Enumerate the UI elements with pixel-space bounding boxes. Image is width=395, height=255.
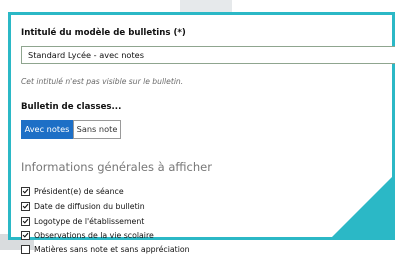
checkbox-president[interactable] xyxy=(21,186,30,196)
title-hint: Cet intitulé n'est pas visible sur le bu… xyxy=(21,77,184,86)
checkbox-label: Logotype de l'établissement xyxy=(34,216,145,226)
checkbox-row-president[interactable]: Président(e) de séance xyxy=(21,185,124,197)
background-tab xyxy=(180,0,232,12)
general-info-title: Informations générales à afficher xyxy=(21,160,212,174)
checkbox-label: Président(e) de séance xyxy=(34,186,124,196)
checkbox-date-diffusion[interactable] xyxy=(21,201,30,211)
check-icon xyxy=(22,232,29,238)
toggle-sans-note[interactable]: Sans note xyxy=(73,120,121,139)
checkbox-row-matieres[interactable]: Matières sans note et sans appréciation xyxy=(21,243,190,255)
bulletin-classes-label: Bulletin de classes... xyxy=(21,102,122,112)
check-icon xyxy=(22,188,29,194)
title-label: Intitulé du modèle de bulletins (*) xyxy=(21,28,186,38)
checkbox-logotype[interactable] xyxy=(21,216,30,226)
check-icon xyxy=(22,218,29,224)
bulletin-model-panel: Intitulé du modèle de bulletins (*) Stan… xyxy=(8,12,395,254)
title-input[interactable]: Standard Lycée - avec notes xyxy=(21,46,395,64)
checkbox-row-observations[interactable]: Observations de la vie scolaire xyxy=(21,229,154,241)
checkbox-row-logotype[interactable]: Logotype de l'établissement xyxy=(21,215,144,227)
checkbox-label: Matières sans note et sans appréciation xyxy=(34,244,190,254)
checkbox-label: Observations de la vie scolaire xyxy=(34,230,154,240)
checkbox-matieres[interactable] xyxy=(21,244,30,254)
decorative-corner xyxy=(332,177,392,237)
checkbox-row-date-diffusion[interactable]: Date de diffusion du bulletin xyxy=(21,200,145,212)
checkbox-label: Date de diffusion du bulletin xyxy=(34,201,145,211)
check-icon xyxy=(22,203,29,209)
toggle-avec-notes[interactable]: Avec notes xyxy=(21,120,73,139)
checkbox-observations[interactable] xyxy=(21,230,30,240)
